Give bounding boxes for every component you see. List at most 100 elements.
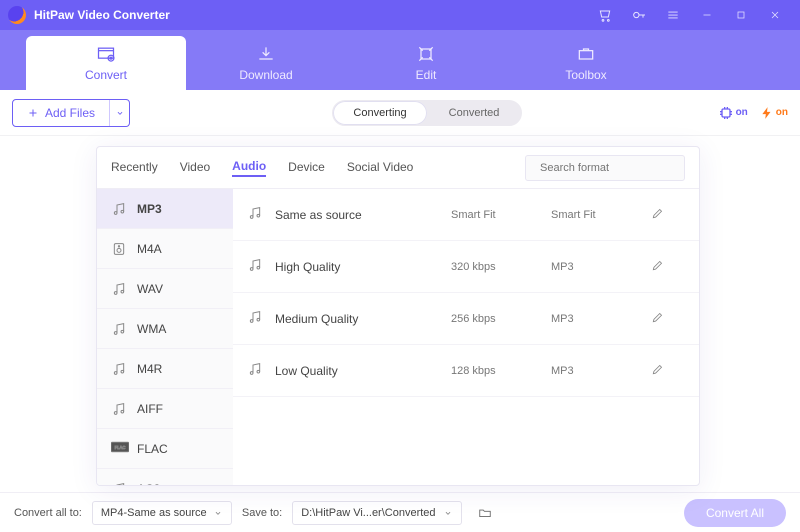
- app-logo: [8, 6, 26, 24]
- save-to-value: D:\HitPaw Vi...er\Converted: [301, 507, 435, 519]
- footer: Convert all to: MP4-Same as source Save …: [0, 492, 800, 532]
- format-item-m4r[interactable]: M4R: [97, 349, 233, 389]
- segment-converting[interactable]: Converting: [333, 101, 427, 125]
- format-item-label: M4R: [137, 362, 162, 376]
- preset-row[interactable]: Low Quality 128 kbps MP3: [233, 345, 699, 397]
- hw-accel-bolt-icon[interactable]: on: [760, 105, 788, 121]
- format-item-label: AIFF: [137, 402, 163, 416]
- hw-accel-bolt-label: on: [776, 107, 788, 118]
- music-note-icon: [111, 321, 127, 337]
- convert-all-to-select[interactable]: MP4-Same as source: [92, 501, 232, 525]
- tab-download[interactable]: Download: [186, 36, 346, 90]
- cart-button[interactable]: [588, 0, 622, 30]
- maximize-button[interactable]: [724, 0, 758, 30]
- preset-ext: MP3: [551, 365, 651, 377]
- music-note-icon: [247, 257, 275, 276]
- preset-bitrate: Smart Fit: [451, 209, 551, 221]
- tab-toolbox[interactable]: Toolbox: [506, 36, 666, 90]
- music-note-icon: [111, 401, 127, 417]
- svg-text:FLAC: FLAC: [115, 444, 126, 449]
- tab-edit[interactable]: Edit: [346, 36, 506, 90]
- add-files-dropdown[interactable]: [109, 100, 129, 126]
- open-folder-button[interactable]: [472, 501, 498, 525]
- preset-bitrate: 128 kbps: [451, 365, 551, 377]
- preset-edit-icon[interactable]: [651, 310, 685, 327]
- music-note-icon: [111, 201, 127, 217]
- format-item-aiff[interactable]: AIFF: [97, 389, 233, 429]
- music-note-icon: [247, 309, 275, 328]
- preset-list: Same as source Smart Fit Smart Fit High …: [233, 189, 699, 485]
- minimize-button[interactable]: [690, 0, 724, 30]
- format-item-label: M4A: [137, 242, 162, 256]
- format-item-label: FLAC: [137, 442, 168, 456]
- convert-all-button[interactable]: Convert All: [684, 499, 786, 527]
- tab-device[interactable]: Device: [288, 160, 325, 176]
- preset-row[interactable]: High Quality 320 kbps MP3: [233, 241, 699, 293]
- format-item-label: WAV: [137, 282, 163, 296]
- preset-ext: Smart Fit: [551, 209, 651, 221]
- tab-recently[interactable]: Recently: [111, 160, 158, 176]
- preset-edit-icon[interactable]: [651, 362, 685, 379]
- segment-converted[interactable]: Converted: [427, 101, 521, 125]
- tab-social-video[interactable]: Social Video: [347, 160, 414, 176]
- save-to-select[interactable]: D:\HitPaw Vi...er\Converted: [292, 501, 462, 525]
- music-note-icon: [111, 361, 127, 377]
- speaker-icon: [111, 241, 127, 257]
- preset-ext: MP3: [551, 261, 651, 273]
- preset-name: Same as source: [275, 208, 451, 222]
- preset-bitrate: 256 kbps: [451, 313, 551, 325]
- format-item-flac[interactable]: FLAC FLAC: [97, 429, 233, 469]
- hw-accel-cpu-label: on: [736, 107, 748, 118]
- menu-button[interactable]: [656, 0, 690, 30]
- convert-all-to-value: MP4-Same as source: [101, 507, 207, 519]
- workspace: Recently Video Audio Device Social Video…: [0, 136, 800, 492]
- header-tabs: Convert Download Edit Toolbox: [0, 30, 800, 90]
- toolbar: Add Files Converting Converted on on: [0, 90, 800, 136]
- preset-row[interactable]: Medium Quality 256 kbps MP3: [233, 293, 699, 345]
- tab-convert[interactable]: Convert: [26, 36, 186, 90]
- preset-bitrate: 320 kbps: [451, 261, 551, 273]
- preset-edit-icon[interactable]: [651, 206, 685, 223]
- flac-badge-icon: FLAC: [111, 441, 127, 457]
- add-files-label: Add Files: [45, 106, 95, 120]
- tab-label: Edit: [416, 68, 437, 82]
- format-panel: Recently Video Audio Device Social Video…: [96, 146, 700, 486]
- format-category-tabs: Recently Video Audio Device Social Video: [97, 147, 699, 189]
- hw-accel-chip-icon[interactable]: on: [718, 105, 748, 121]
- close-button[interactable]: [758, 0, 792, 30]
- format-item-wma[interactable]: WMA: [97, 309, 233, 349]
- format-search-input[interactable]: [540, 162, 682, 174]
- preset-edit-icon[interactable]: [651, 258, 685, 275]
- tab-audio[interactable]: Audio: [232, 159, 266, 177]
- preset-name: Low Quality: [275, 364, 451, 378]
- preset-row[interactable]: Same as source Smart Fit Smart Fit: [233, 189, 699, 241]
- add-files-button[interactable]: Add Files: [12, 99, 130, 127]
- format-list[interactable]: MP3 M4A WAV WMA M4R: [97, 189, 233, 485]
- convert-all-button-label: Convert All: [706, 506, 764, 520]
- format-item-label: MP3: [137, 202, 162, 216]
- save-to-label: Save to:: [242, 507, 282, 519]
- format-item-m4a[interactable]: M4A: [97, 229, 233, 269]
- app-title: HitPaw Video Converter: [34, 8, 170, 22]
- format-item-wav[interactable]: WAV: [97, 269, 233, 309]
- convert-all-to-label: Convert all to:: [14, 507, 82, 519]
- music-note-icon: [111, 481, 127, 486]
- preset-name: High Quality: [275, 260, 451, 274]
- tab-label: Toolbox: [565, 68, 606, 82]
- add-files-main[interactable]: Add Files: [13, 100, 109, 126]
- queue-toggle[interactable]: Converting Converted: [332, 100, 522, 126]
- format-item-ac3[interactable]: AC3: [97, 469, 233, 485]
- music-note-icon: [247, 361, 275, 380]
- tab-label: Convert: [85, 68, 127, 82]
- key-button[interactable]: [622, 0, 656, 30]
- format-item-mp3[interactable]: MP3: [97, 189, 233, 229]
- format-search[interactable]: [525, 155, 685, 181]
- music-note-icon: [111, 281, 127, 297]
- preset-name: Medium Quality: [275, 312, 451, 326]
- format-item-label: WMA: [137, 322, 166, 336]
- preset-ext: MP3: [551, 313, 651, 325]
- tab-label: Download: [239, 68, 292, 82]
- titlebar: HitPaw Video Converter: [0, 0, 800, 30]
- tab-video[interactable]: Video: [180, 160, 210, 176]
- music-note-icon: [247, 205, 275, 224]
